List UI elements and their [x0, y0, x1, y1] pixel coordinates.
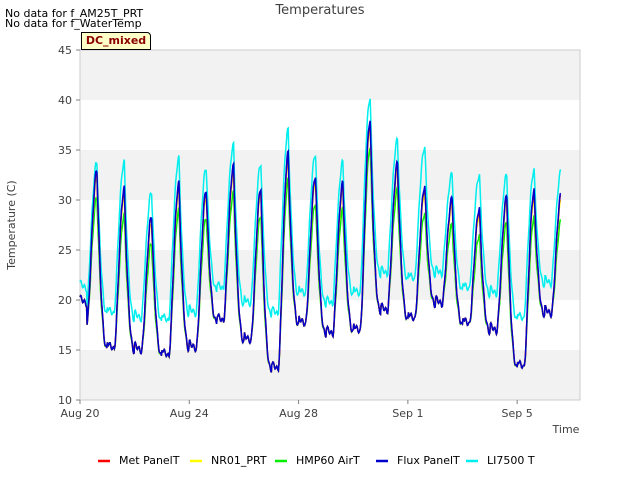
x-tick-label: Sep 5: [502, 407, 533, 420]
grid-band: [80, 350, 580, 400]
y-tick-label: 45: [58, 44, 72, 57]
x-tick-label: Aug 28: [279, 407, 318, 420]
legend-label: Flux PanelT: [397, 454, 460, 467]
y-tick-label: 10: [58, 394, 72, 407]
grid-band: [80, 100, 580, 150]
legend-label: NR01_PRT: [211, 454, 267, 467]
x-axis-label: Time: [552, 423, 580, 436]
dc-mixed-badge: DC_mixed: [81, 32, 151, 50]
y-tick-label: 15: [58, 344, 72, 357]
y-tick-label: 20: [58, 294, 72, 307]
y-axis-label: Temperature (C): [5, 180, 18, 270]
legend-label: Met PanelT: [119, 454, 180, 467]
temperature-chart: 10 15 20 25 30 35 40 45 Aug 20 Aug 24 Aug 28 Sep 1…: [5, 3, 581, 467]
chart-title: Temperatures: [274, 3, 364, 18]
legend-label: HMP60 AirT: [296, 454, 360, 467]
legend-label: LI7500 T: [487, 454, 535, 467]
y-tick-label: 35: [58, 144, 72, 157]
grid-band: [80, 50, 580, 100]
legend: Met PanelT NR01_PRT HMP60 AirT Flux PanelT L…: [98, 454, 535, 467]
y-tick-label: 30: [58, 194, 72, 207]
y-tick-label: 25: [58, 244, 72, 257]
x-tick-label: Sep 1: [392, 407, 423, 420]
y-tick-label: 40: [58, 94, 72, 107]
x-tick-label: Aug 20: [61, 407, 100, 420]
x-tick-label: Aug 24: [170, 407, 209, 420]
